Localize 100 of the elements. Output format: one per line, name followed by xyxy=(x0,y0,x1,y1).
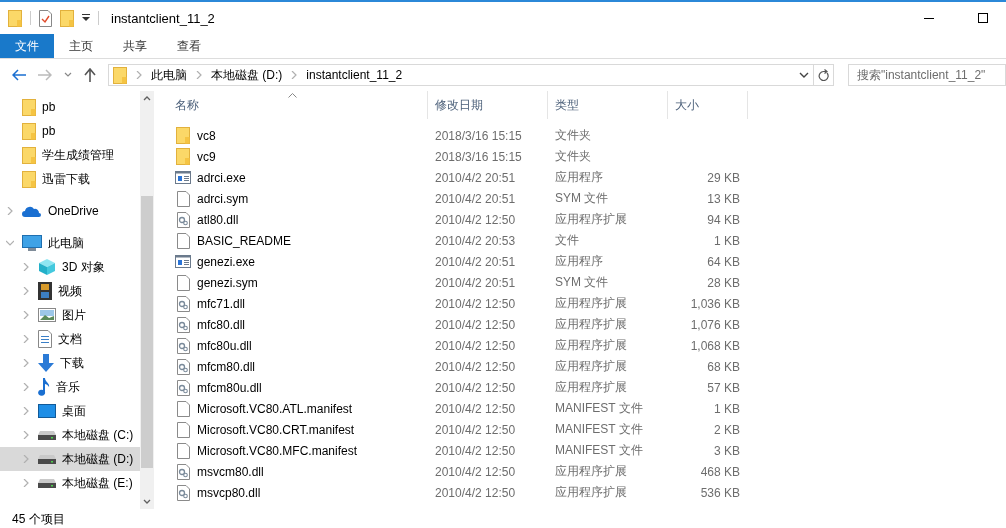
chevron-icon[interactable] xyxy=(195,71,203,79)
dropdown-icon[interactable] xyxy=(799,72,809,78)
dropdown-icon[interactable] xyxy=(82,14,90,22)
file-name[interactable]: msvcm80.dll xyxy=(197,464,264,479)
nav-item[interactable]: 本地磁盘 (C:) xyxy=(0,423,140,447)
image-icon xyxy=(38,308,56,322)
file-name[interactable]: msvcp80.dll xyxy=(197,485,261,500)
folder-icon xyxy=(176,127,190,144)
chevron-icon[interactable] xyxy=(290,71,299,79)
nav-item[interactable]: pb xyxy=(0,119,140,143)
address-bar[interactable]: 此电脑 本地磁盘 (D:) instantclient_11_2 xyxy=(108,64,834,86)
file-name[interactable]: mfc71.dll xyxy=(197,296,246,311)
chevron-icon[interactable] xyxy=(22,311,30,319)
table-cell-text: 2010/4/2 20:51 xyxy=(434,275,517,290)
table-cell-text: 468 KB xyxy=(699,464,741,479)
refresh-icon xyxy=(818,69,829,81)
table-cell-text: 2010/4/2 12:50 xyxy=(434,296,517,311)
nav-item[interactable]: 音乐 xyxy=(0,375,140,399)
film-icon xyxy=(38,282,52,300)
gear-file-icon xyxy=(176,484,190,501)
gear-file-icon xyxy=(176,379,190,396)
breadcrumb[interactable]: instantclient_11_2 xyxy=(306,68,403,82)
table-cell-text: 文件夹 xyxy=(554,127,592,144)
ribbon-tab[interactable]: 主页 xyxy=(54,34,108,58)
column-header[interactable]: 名称 xyxy=(168,91,428,119)
table-cell-text: 3 KB xyxy=(713,443,741,458)
nav-item[interactable]: 此电脑 xyxy=(0,231,140,255)
window-icon xyxy=(175,171,191,184)
file-name[interactable]: genezi.exe xyxy=(197,254,256,269)
table-cell-text: 应用程序扩展 xyxy=(554,316,628,333)
chevron-icon[interactable] xyxy=(22,431,30,439)
chevron-icon[interactable] xyxy=(6,239,14,247)
column-header[interactable]: 类型 xyxy=(548,91,668,119)
nav-item[interactable]: 文档 xyxy=(0,327,140,351)
scrollbar[interactable] xyxy=(140,91,154,509)
column-header[interactable]: 大小 xyxy=(668,91,748,119)
table-cell-text: 2010/4/2 12:50 xyxy=(434,359,517,374)
file-name[interactable]: adrci.exe xyxy=(197,170,246,185)
file-name[interactable]: mfcm80.dll xyxy=(197,359,255,374)
table-cell-text: 应用程序扩展 xyxy=(554,295,628,312)
table-cell-text: MANIFEST 文件 xyxy=(554,421,644,438)
scroll-up-icon[interactable] xyxy=(143,95,151,101)
chevron-icon[interactable] xyxy=(135,71,143,79)
folder-icon xyxy=(22,122,36,140)
file-name[interactable]: mfcm80u.dll xyxy=(197,380,262,395)
column-header[interactable]: 修改日期 xyxy=(428,91,548,119)
search-field[interactable]: 搜索"instantclient_11_2" xyxy=(848,64,1006,86)
back-arrow-icon xyxy=(12,69,26,81)
table-cell-text: MANIFEST 文件 xyxy=(554,442,644,459)
ribbon-tab[interactable]: 共享 xyxy=(108,34,162,58)
nav-item[interactable]: 学生成绩管理 xyxy=(0,143,140,167)
file-name[interactable]: mfc80u.dll xyxy=(197,338,252,353)
chevron-icon[interactable] xyxy=(22,263,30,271)
chevron-icon[interactable] xyxy=(6,207,14,215)
file-name[interactable]: Microsoft.VC80.CRT.manifest xyxy=(197,422,355,437)
table-cell-text: MANIFEST 文件 xyxy=(554,400,644,417)
file-name[interactable]: genezi.sym xyxy=(197,275,258,290)
nav-item[interactable]: 下载 xyxy=(0,351,140,375)
nav-item[interactable]: 图片 xyxy=(0,303,140,327)
file-name[interactable]: adrci.sym xyxy=(197,191,249,206)
file-name[interactable]: vc9 xyxy=(197,149,216,164)
nav-item[interactable]: 桌面 xyxy=(0,399,140,423)
chevron-icon[interactable] xyxy=(22,407,30,415)
chevron-icon[interactable] xyxy=(22,287,30,295)
chevron-icon[interactable] xyxy=(22,479,30,487)
nav-item[interactable]: 迅雷下载 xyxy=(0,167,140,191)
file-name[interactable]: BASIC_README xyxy=(197,233,292,248)
nav-item[interactable]: 视频 xyxy=(0,279,140,303)
table-cell-text: 2010/4/2 20:51 xyxy=(434,191,517,206)
breadcrumb[interactable]: 此电脑 xyxy=(151,66,187,84)
chevron-icon[interactable] xyxy=(22,383,30,391)
desktop-icon xyxy=(38,404,56,418)
table-cell-text: 2018/3/16 15:15 xyxy=(434,149,523,164)
breadcrumb[interactable]: 本地磁盘 (D:) xyxy=(211,66,283,84)
nav-item[interactable]: 本地磁盘 (D:) xyxy=(0,447,140,471)
nav-item[interactable]: OneDrive xyxy=(0,199,140,223)
chevron-icon[interactable] xyxy=(22,455,30,463)
nav-item[interactable]: 3D 对象 xyxy=(0,255,140,279)
scroll-down-icon[interactable] xyxy=(143,499,151,505)
gear-file-icon xyxy=(176,211,190,228)
document-icon xyxy=(38,330,52,348)
nav-item[interactable]: pb xyxy=(0,95,140,119)
table-cell-text: 2010/4/2 12:50 xyxy=(434,380,517,395)
table-cell-text: 2010/4/2 20:53 xyxy=(434,233,517,248)
table-cell-text: 应用程序扩展 xyxy=(554,358,628,375)
table-cell-text: SYM 文件 xyxy=(554,190,610,207)
music-note-icon xyxy=(38,378,50,396)
nav-item[interactable]: 本地磁盘 (E:) xyxy=(0,471,140,495)
table-cell-text: 文件夹 xyxy=(554,148,592,165)
table-cell-text: 94 KB xyxy=(706,212,741,227)
file-name[interactable]: vc8 xyxy=(197,128,216,143)
checklist-icon[interactable] xyxy=(39,9,52,27)
ribbon-tab[interactable]: 文件 xyxy=(0,34,54,58)
chevron-icon[interactable] xyxy=(22,335,30,343)
ribbon-tab[interactable]: 查看 xyxy=(162,34,216,58)
file-name[interactable]: mfc80.dll xyxy=(197,317,246,332)
file-name[interactable]: Microsoft.VC80.MFC.manifest xyxy=(197,443,358,458)
file-name[interactable]: atl80.dll xyxy=(197,212,239,227)
file-name[interactable]: Microsoft.VC80.ATL.manifest xyxy=(197,401,353,416)
chevron-icon[interactable] xyxy=(22,359,30,367)
